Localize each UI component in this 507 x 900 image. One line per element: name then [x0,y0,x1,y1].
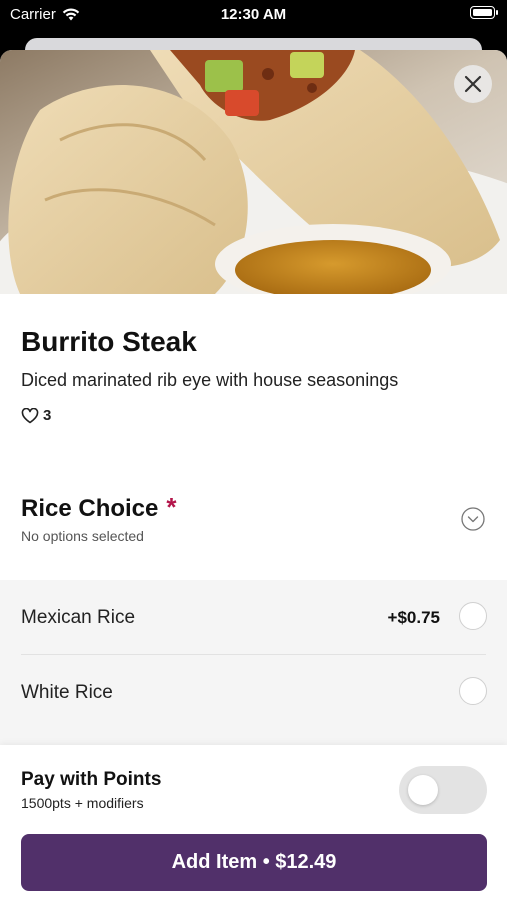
option-label: Mexican Rice [21,607,136,628]
pay-points-subtitle: 1500pts + modifiers [21,795,144,811]
required-indicator: * [166,492,177,522]
favorite-button[interactable]: 3 [21,407,51,424]
option-radio[interactable] [459,602,487,630]
rice-options-list: Mexican Rice +$0.75 White Rice [0,580,507,745]
order-footer: Pay with Points 1500pts + modifiers Add … [0,745,507,900]
option-price: +$0.75 [387,608,440,627]
chevron-down-icon[interactable] [461,507,485,531]
item-photo [0,50,507,294]
option-white-rice[interactable]: White Rice [0,655,507,730]
close-icon [464,75,482,93]
pay-points-title: Pay with Points [21,769,162,790]
rice-choice-header[interactable]: Rice Choice * [21,492,177,523]
pay-points-toggle[interactable] [399,766,487,814]
toggle-knob [408,775,438,805]
option-label: White Rice [21,682,113,703]
status-bar: Carrier 12:30 AM [0,0,507,30]
item-description: Diced marinated rib eye with house seaso… [21,370,399,390]
item-title: Burrito Steak [21,326,197,357]
option-mexican-rice[interactable]: Mexican Rice +$0.75 [0,580,507,655]
status-time: 12:30 AM [220,6,287,23]
like-count: 3 [43,407,52,424]
option-radio[interactable] [459,677,487,705]
item-detail-sheet: Burrito Steak Diced marinated rib eye wi… [0,50,507,900]
battery-icon [470,6,498,19]
heart-icon [21,407,39,423]
close-button[interactable] [454,65,492,103]
burrito-image [0,50,507,294]
add-item-button[interactable]: Add Item • $12.49 [21,834,487,891]
rice-choice-status: No options selected [21,528,144,544]
rice-choice-title: Rice Choice [21,495,159,522]
